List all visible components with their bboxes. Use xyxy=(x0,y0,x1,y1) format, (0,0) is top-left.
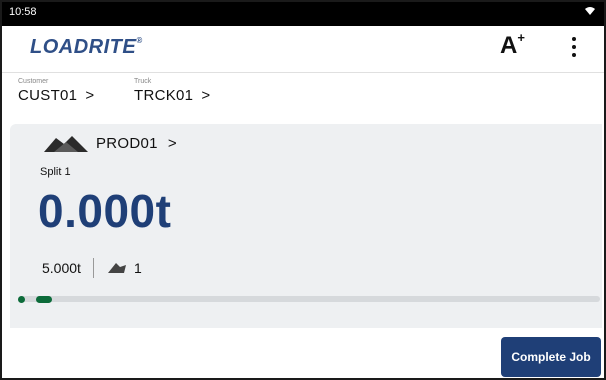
font-size-label: A xyxy=(500,32,518,59)
customer-caption: Customer xyxy=(18,78,49,85)
font-size-plus: + xyxy=(517,30,525,45)
current-weight: 0.000t xyxy=(38,185,172,237)
customer-value: CUST01 xyxy=(18,87,78,104)
wifi-icon xyxy=(584,5,596,19)
loadrite-logo: LOADRITE® xyxy=(30,36,143,59)
progress-dot xyxy=(18,296,25,303)
progress-track xyxy=(18,296,600,302)
more-options-icon[interactable] xyxy=(566,34,582,62)
truck-selector[interactable]: Truck TRCK01 > xyxy=(134,78,210,104)
weight-details: 5.000t 1 xyxy=(42,258,142,278)
chevron-right-icon: > xyxy=(85,87,95,104)
load-card: PROD01 > Split 1 0.000t 5.000t 1 xyxy=(10,124,602,328)
truck-value: TRCK01 xyxy=(134,87,194,104)
font-size-button[interactable]: A+ xyxy=(500,30,534,64)
chevron-right-icon: > xyxy=(167,134,177,152)
status-time: 10:58 xyxy=(9,6,37,18)
status-bar: 10:58 xyxy=(0,0,606,26)
target-weight: 5.000t xyxy=(42,260,81,276)
split-label: Split 1 xyxy=(40,166,71,178)
progress-dot-active xyxy=(36,296,52,303)
bucket-icon xyxy=(107,263,126,273)
bucket-count: 1 xyxy=(133,260,142,276)
app-bar: LOADRITE® A+ xyxy=(0,26,606,70)
stockpile-icon xyxy=(44,136,88,152)
separator xyxy=(92,258,94,278)
product-selector[interactable]: PROD01 > xyxy=(44,134,177,152)
truck-caption: Truck xyxy=(134,78,152,85)
logo-trademark: ® xyxy=(136,36,143,45)
chevron-right-icon: > xyxy=(201,87,211,104)
product-label: PROD01 xyxy=(96,134,158,152)
logo-text: LOADRITE xyxy=(30,36,137,58)
customer-selector[interactable]: Customer CUST01 > xyxy=(18,78,94,104)
header-divider xyxy=(0,72,606,73)
complete-job-button[interactable]: Complete Job xyxy=(501,337,601,377)
